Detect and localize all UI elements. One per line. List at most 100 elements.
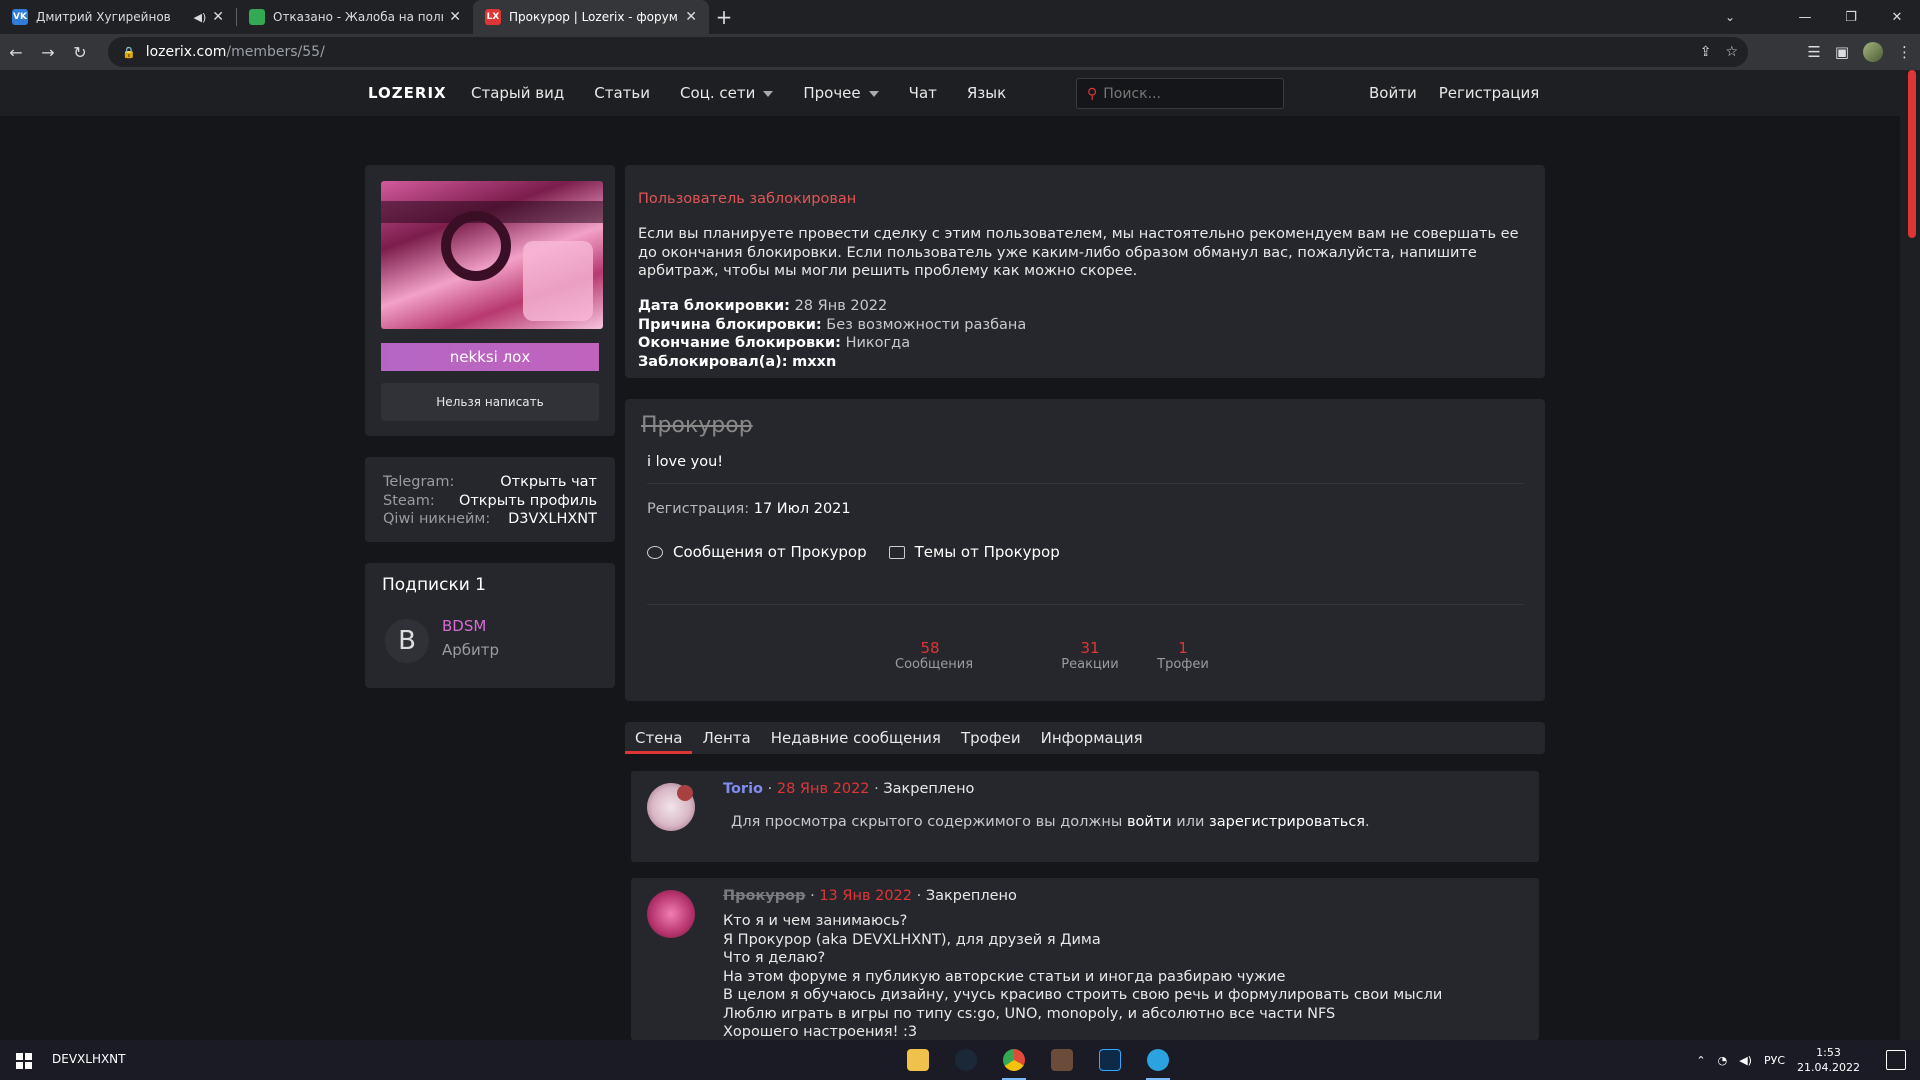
post-author[interactable]: Torio	[723, 781, 763, 797]
steam-link[interactable]: Открыть профиль	[459, 492, 597, 511]
notification-icon[interactable]	[1886, 1050, 1906, 1070]
speaker-icon[interactable]: ◀)	[194, 11, 207, 24]
search-input[interactable]: ⚲ Поиск...	[1076, 78, 1284, 109]
nav-chat[interactable]: Чат	[909, 84, 937, 102]
lx-icon: LX	[485, 9, 501, 25]
badge-icon	[677, 785, 693, 801]
post-author[interactable]: Прокурор	[723, 888, 806, 904]
comment-icon	[888, 545, 905, 559]
game-icon[interactable]	[1042, 1040, 1082, 1080]
browser-tab-complaint[interactable]: Отказано - Жалоба на пользова ✕	[237, 0, 473, 34]
reload-icon[interactable]: ↻	[64, 43, 96, 62]
messages-link[interactable]: Сообщения от Прокурор	[647, 543, 867, 561]
nav-language[interactable]: Язык	[967, 84, 1006, 102]
close-window-icon[interactable]: ✕	[1874, 0, 1920, 34]
post-date[interactable]: 13 Янв 2022	[819, 888, 912, 904]
subscriptions-panel: Подписки 1 B BDSM Арбитр	[365, 563, 615, 688]
nav-social[interactable]: Соц. сети	[680, 84, 774, 102]
search-icon: ⚲	[1087, 85, 1098, 102]
tab-recent-posts[interactable]: Недавние сообщения	[761, 722, 951, 754]
stat-messages[interactable]: 58 Сообщения	[895, 639, 973, 672]
tab-title: Отказано - Жалоба на пользова	[273, 10, 443, 24]
browser-tab-vk[interactable]: VK Дмитрий Хугирейнов ◀) ✕	[0, 0, 236, 34]
chevron-up-icon[interactable]: ⌃	[1696, 1054, 1705, 1067]
taskbar-user: DEVXLHXNT	[52, 1052, 126, 1066]
wall-post: Прокурор · 13 Янв 2022 · Закреплено Кто …	[631, 878, 1539, 1040]
contact-row-steam: Steam: Открыть профиль	[383, 492, 597, 511]
stat-reactions[interactable]: 31 Реакции	[1060, 639, 1120, 672]
steam-icon[interactable]	[946, 1040, 986, 1080]
telegram-icon[interactable]	[1138, 1040, 1178, 1080]
profile-status: i love you!	[647, 454, 724, 470]
restore-icon[interactable]: ❐	[1828, 0, 1874, 34]
minimize-icon[interactable]: —	[1782, 0, 1828, 34]
menu-icon[interactable]: ⋮	[1897, 43, 1912, 61]
tab-info[interactable]: Информация	[1031, 722, 1153, 754]
tab-search-icon[interactable]: ⌄	[1710, 0, 1750, 34]
forward-icon[interactable]: →	[32, 43, 64, 62]
windows-start-icon[interactable]	[16, 1053, 32, 1069]
back-icon[interactable]: ←	[0, 43, 32, 62]
photoshop-icon[interactable]	[1090, 1040, 1130, 1080]
side-panel-icon[interactable]: ▣	[1835, 43, 1849, 61]
lock-icon[interactable]: 🔒	[122, 46, 136, 59]
stat-trophies[interactable]: 1 Трофеи	[1153, 639, 1213, 672]
post-meta: Прокурор · 13 Янв 2022 · Закреплено	[723, 888, 1017, 904]
close-tab-icon[interactable]: ✕	[685, 9, 697, 25]
nav-other[interactable]: Прочее	[803, 84, 879, 102]
register-link[interactable]: зарегистрироваться	[1209, 814, 1365, 830]
profile-tabs: Стена Лента Недавние сообщения Трофеи Ин…	[625, 722, 1545, 754]
reading-list-icon[interactable]: ☰	[1807, 43, 1820, 61]
share-icon[interactable]: ⇪	[1700, 44, 1712, 60]
nav-old-view[interactable]: Старый вид	[471, 84, 564, 102]
url-input[interactable]: 🔒 lozerix.com/members/55/ ⇪ ☆	[108, 37, 1748, 67]
cant-write-button[interactable]: Нельзя написать	[381, 383, 599, 421]
profile-header: Прокурор i love you! Регистрация: 17 Июл…	[625, 399, 1545, 701]
ban-notice: Пользователь заблокирован Если вы планир…	[625, 165, 1545, 378]
close-tab-icon[interactable]: ✕	[449, 9, 461, 25]
new-tab-button[interactable]: +	[709, 0, 739, 34]
tab-wall[interactable]: Стена	[625, 722, 693, 754]
avatar[interactable]	[647, 783, 695, 831]
post-date[interactable]: 28 Янв 2022	[777, 781, 870, 797]
post-body: Для просмотра скрытого содержимого вы до…	[731, 814, 1370, 830]
close-tab-icon[interactable]: ✕	[212, 9, 224, 25]
banned-by-link[interactable]: mxxn	[792, 354, 836, 370]
username-badge[interactable]: nekksi лох	[381, 343, 599, 371]
ban-message: Если вы планируете провести сделку с эти…	[638, 226, 1519, 279]
pinned-label: Закреплено	[883, 781, 975, 797]
scrollbar-thumb[interactable]	[1908, 70, 1916, 238]
vk-icon: VK	[12, 9, 28, 25]
explorer-icon[interactable]	[898, 1040, 938, 1080]
browser-tab-profile[interactable]: LX Прокурор | Lozerix - форум о со ✕	[473, 0, 709, 34]
login-link[interactable]: Войти	[1369, 84, 1417, 102]
url-path: /members/55/	[226, 44, 325, 60]
language-indicator[interactable]: РУС	[1764, 1054, 1785, 1067]
threads-link[interactable]: Темы от Прокурор	[888, 543, 1060, 561]
site-logo[interactable]: LOZERIX	[368, 84, 447, 102]
chevron-down-icon	[868, 90, 879, 97]
star-icon[interactable]: ☆	[1725, 44, 1738, 60]
main-nav: Старый вид Статьи Соц. сети Прочее Чат Я…	[471, 70, 1036, 116]
telegram-link[interactable]: Открыть чат	[500, 473, 597, 492]
avatar[interactable]: B	[385, 619, 429, 663]
profile-avatar[interactable]	[1863, 42, 1883, 62]
tab-title: Прокурор | Lozerix - форум о со	[509, 10, 679, 24]
volume-icon[interactable]: ◀)	[1739, 1054, 1752, 1067]
tab-feed[interactable]: Лента	[692, 722, 760, 754]
search-placeholder: Поиск...	[1103, 85, 1161, 102]
network-icon[interactable]: ◔	[1718, 1054, 1728, 1067]
system-tray: ⌃ ◔ ◀) РУС 1:53 21.04.2022	[1696, 1040, 1860, 1080]
contact-row-qiwi: Qiwi никнейм: D3VXLHXNT	[383, 511, 597, 527]
register-link[interactable]: Регистрация	[1439, 84, 1540, 102]
url-host: lozerix.com	[145, 44, 227, 60]
post-body: Кто я и чем занимаюсь? Я Прокурор (aka D…	[723, 913, 1443, 1040]
clock[interactable]: 1:53 21.04.2022	[1797, 1045, 1860, 1075]
chrome-icon[interactable]	[994, 1040, 1034, 1080]
nav-articles[interactable]: Статьи	[594, 84, 650, 102]
tab-trophies[interactable]: Трофеи	[951, 722, 1031, 754]
subscription-name[interactable]: BDSM	[442, 617, 486, 635]
post-meta: Torio · 28 Янв 2022 · Закреплено	[723, 781, 975, 797]
login-link[interactable]: войти	[1127, 814, 1172, 830]
avatar[interactable]	[647, 890, 695, 938]
